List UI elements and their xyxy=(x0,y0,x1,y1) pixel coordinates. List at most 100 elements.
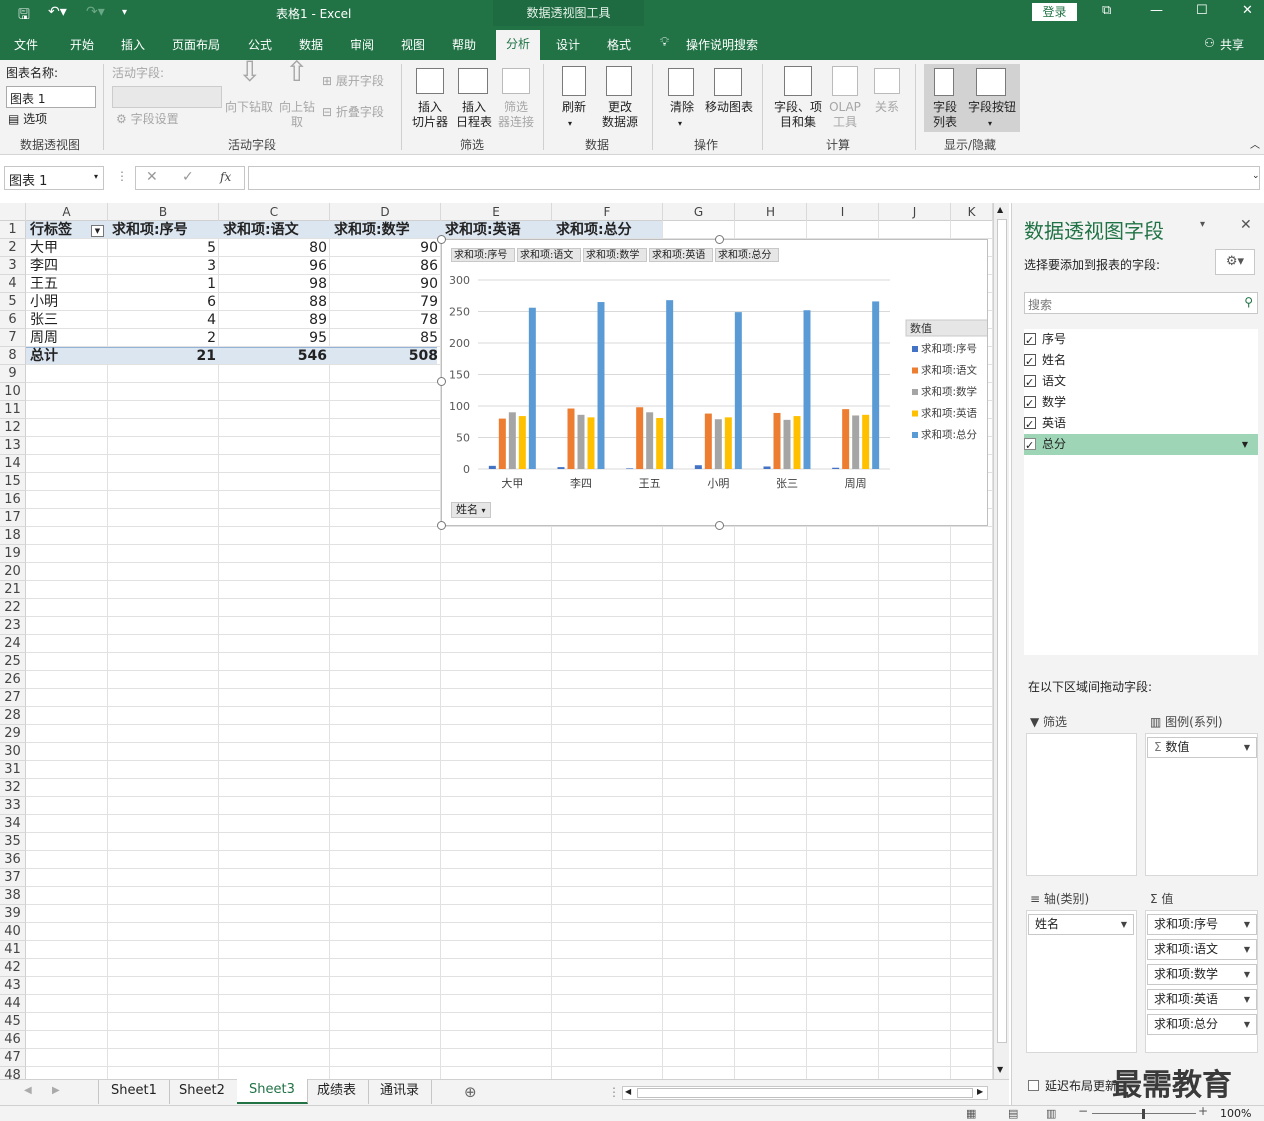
column-header[interactable]: C xyxy=(219,203,330,221)
zoom-level[interactable]: 100% xyxy=(1220,1107,1251,1120)
axis-field-button[interactable]: 姓名 ▾ xyxy=(451,502,491,518)
tab-home[interactable]: 开始 xyxy=(70,36,94,53)
field-checkbox[interactable] xyxy=(1024,414,1036,435)
field-settings-button[interactable]: ⚙ 字段设置 xyxy=(116,112,179,127)
row-label-cell[interactable]: 王五 xyxy=(26,275,108,293)
filters-area[interactable] xyxy=(1026,733,1137,876)
sheet-tab-contacts[interactable]: 通讯录 xyxy=(368,1080,433,1104)
enter-icon[interactable]: ✓ xyxy=(182,169,194,185)
column-header[interactable]: G xyxy=(663,203,735,221)
row-header[interactable]: 13 xyxy=(0,437,26,455)
row-label-cell[interactable]: 小明 xyxy=(26,293,108,311)
sheet-tab-grades[interactable]: 成绩表 xyxy=(305,1080,370,1104)
tab-help[interactable]: 帮助 xyxy=(452,36,476,53)
row-header[interactable]: 21 xyxy=(0,581,26,599)
clear-dropdown-icon[interactable]: ▾ xyxy=(678,116,682,131)
row-header[interactable]: 30 xyxy=(0,743,26,761)
expand-field-button[interactable]: ⊞ 展开字段 xyxy=(322,74,384,89)
horizontal-scrollbar[interactable]: ◀ ▶ xyxy=(622,1086,988,1100)
grand-total-value[interactable]: 546 xyxy=(219,347,330,365)
column-header[interactable]: J xyxy=(879,203,951,221)
row-header[interactable]: 12 xyxy=(0,419,26,437)
share-icon[interactable]: ⚇ xyxy=(1204,36,1215,50)
row-header[interactable]: 5 xyxy=(0,293,26,311)
resize-handle-w[interactable] xyxy=(437,377,446,386)
value-cell[interactable]: 80 xyxy=(219,239,330,257)
row-header[interactable]: 48 xyxy=(0,1067,26,1079)
row-header[interactable]: 40 xyxy=(0,923,26,941)
filter-connections-button[interactable]: 筛选 器连接 xyxy=(494,100,538,130)
grand-total-value[interactable]: 508 xyxy=(330,347,441,365)
value-cell[interactable]: 89 xyxy=(219,311,330,329)
insert-function-icon[interactable]: fx xyxy=(220,170,231,184)
row-header[interactable]: 7 xyxy=(0,329,26,347)
column-header[interactable]: A xyxy=(26,203,108,221)
tab-design[interactable]: 设计 xyxy=(556,36,580,53)
row-header[interactable]: 44 xyxy=(0,995,26,1013)
save-icon[interactable]: 🖫 xyxy=(18,4,30,28)
pill-dropdown-icon[interactable]: ▼ xyxy=(1244,940,1250,959)
row-header[interactable]: 14 xyxy=(0,455,26,473)
column-header[interactable]: E xyxy=(441,203,552,221)
row-header[interactable]: 11 xyxy=(0,401,26,419)
tab-split-icon[interactable]: ⋮ xyxy=(608,1085,620,1099)
select-all-corner[interactable] xyxy=(0,203,26,221)
row-header[interactable]: 29 xyxy=(0,725,26,743)
normal-view-icon[interactable]: ▦ xyxy=(966,1107,976,1120)
resize-handle-sw[interactable] xyxy=(437,521,446,530)
value-cell[interactable]: 85 xyxy=(330,329,441,347)
vertical-scroll-thumb[interactable] xyxy=(997,219,1007,1043)
field-checkbox[interactable] xyxy=(1024,435,1036,456)
tab-analyze[interactable]: 分析 xyxy=(496,30,540,60)
pivot-column-header[interactable]: 求和项:序号 xyxy=(108,221,219,239)
tab-file[interactable]: 文件 xyxy=(14,36,38,53)
pane-close-icon[interactable]: ✕ xyxy=(1240,217,1252,233)
row-header[interactable]: 42 xyxy=(0,959,26,977)
value-cell[interactable]: 95 xyxy=(219,329,330,347)
row-header[interactable]: 41 xyxy=(0,941,26,959)
pill-dropdown-icon[interactable]: ▼ xyxy=(1244,990,1250,1009)
value-cell[interactable]: 90 xyxy=(330,275,441,293)
relationships-button[interactable]: 关系 xyxy=(870,100,904,115)
row-label-cell[interactable]: 张三 xyxy=(26,311,108,329)
pill-dropdown-icon[interactable]: ▼ xyxy=(1121,915,1127,934)
value-field-pill[interactable]: 求和项:序号 ▼ xyxy=(1147,914,1257,935)
field-row[interactable]: 数学 xyxy=(1024,392,1258,414)
value-field-pill[interactable]: 求和项:语文 ▼ xyxy=(1147,939,1257,960)
formula-input[interactable] xyxy=(248,166,1260,190)
axis-field-pill[interactable]: 姓名 ▼ xyxy=(1028,914,1134,935)
row-header[interactable]: 38 xyxy=(0,887,26,905)
zoom-slider-thumb[interactable] xyxy=(1142,1109,1145,1119)
field-row[interactable]: 语文 xyxy=(1024,371,1258,393)
row-header[interactable]: 25 xyxy=(0,653,26,671)
options-button[interactable]: ▤ 选项 xyxy=(8,112,47,127)
sheet-tab-sheet1[interactable]: Sheet1 xyxy=(99,1080,170,1104)
value-cell[interactable]: 98 xyxy=(219,275,330,293)
column-header[interactable]: I xyxy=(807,203,879,221)
legend-area[interactable]: Σ 数值 ▼ xyxy=(1145,733,1258,876)
row-header[interactable]: 24 xyxy=(0,635,26,653)
clear-button[interactable]: 清除 xyxy=(664,100,700,115)
defer-checkbox-box[interactable] xyxy=(1028,1080,1039,1091)
tab-view[interactable]: 视图 xyxy=(401,36,425,53)
drill-up-button[interactable]: 向上钻 取 xyxy=(276,100,318,130)
row-header[interactable]: 37 xyxy=(0,869,26,887)
close-icon[interactable]: ✕ xyxy=(1242,3,1253,18)
olap-tools-button[interactable]: OLAP 工具 xyxy=(826,100,864,130)
column-header[interactable]: D xyxy=(330,203,441,221)
row-header[interactable]: 35 xyxy=(0,833,26,851)
row-header[interactable]: 18 xyxy=(0,527,26,545)
tab-data[interactable]: 数据 xyxy=(299,36,323,53)
tab-review[interactable]: 审阅 xyxy=(350,36,374,53)
pivot-column-header[interactable]: 求和项:总分 xyxy=(552,221,663,239)
value-cell[interactable]: 79 xyxy=(330,293,441,311)
row-header[interactable]: 4 xyxy=(0,275,26,293)
row-header[interactable]: 20 xyxy=(0,563,26,581)
pivot-column-header[interactable]: 求和项:语文 xyxy=(219,221,330,239)
defer-update-checkbox[interactable]: 延迟布局更新 xyxy=(1028,1077,1117,1094)
pivot-chart[interactable]: 求和项:序号 求和项:语文 求和项:数学 求和项:英语 求和项:总分 0 50 100 150… xyxy=(441,239,988,526)
fields-items-button[interactable]: 字段、项 目和集 xyxy=(770,100,826,130)
scroll-down-icon[interactable]: ▼ xyxy=(997,1065,1003,1074)
resize-handle-n[interactable] xyxy=(715,235,724,244)
field-row[interactable]: 姓名 xyxy=(1024,350,1258,372)
